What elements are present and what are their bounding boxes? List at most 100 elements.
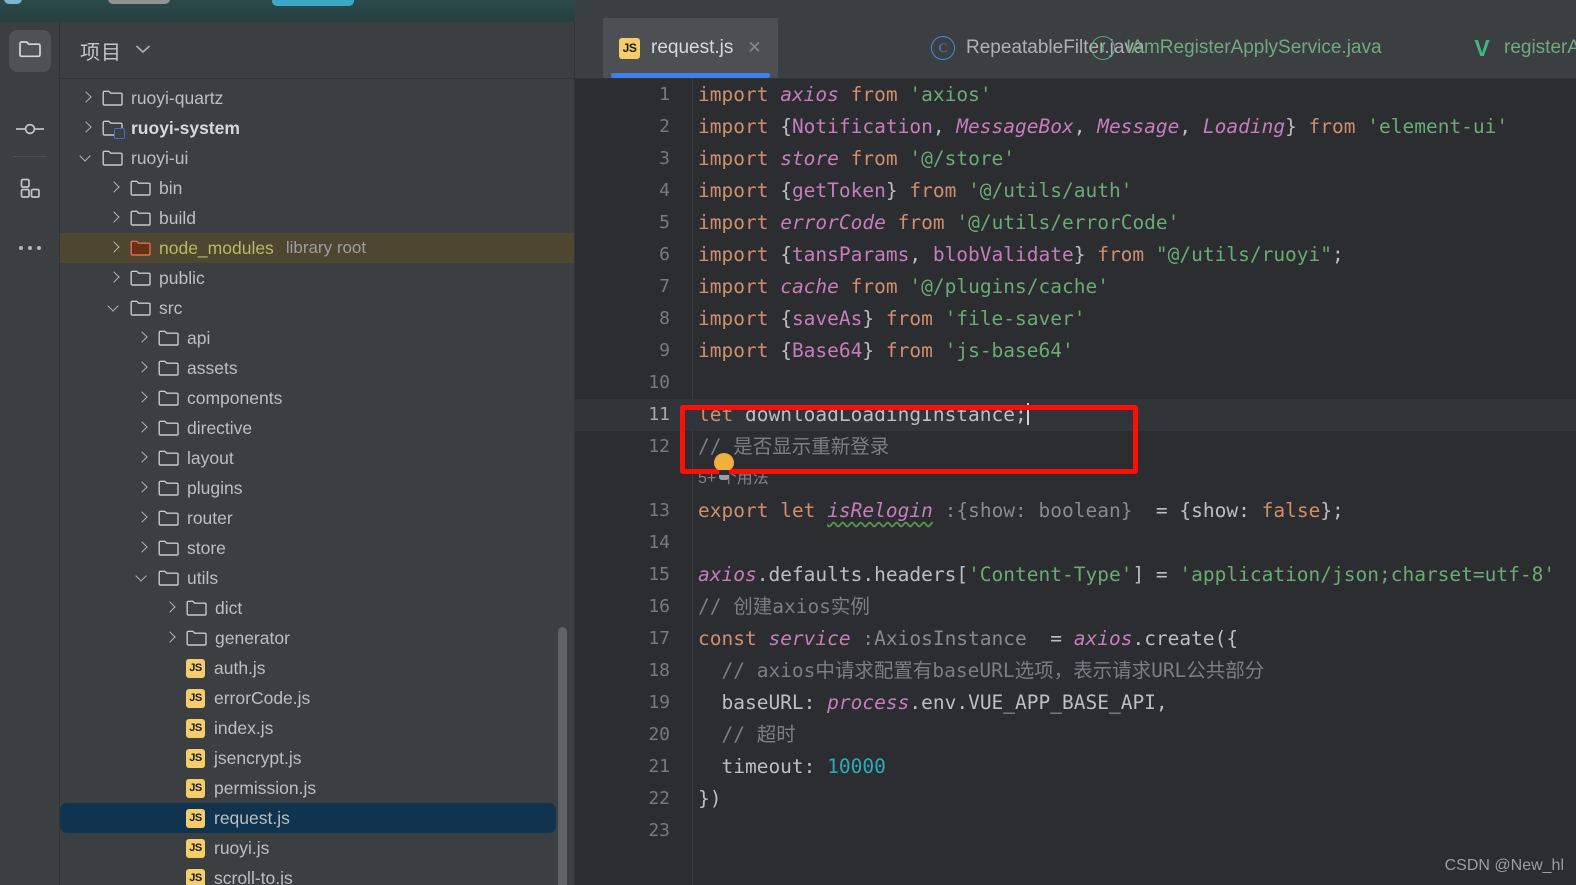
chevron-down-icon[interactable] bbox=[135, 41, 151, 59]
chevron-right-icon[interactable] bbox=[134, 510, 150, 526]
tree-item-plugins[interactable]: plugins bbox=[60, 473, 574, 503]
tree-item-components[interactable]: components bbox=[60, 383, 574, 413]
code-line-16[interactable]: 16 // 创建axios实例 bbox=[575, 591, 1576, 623]
sidebar-item-project[interactable] bbox=[9, 30, 51, 72]
sidebar-item-structure[interactable] bbox=[9, 169, 51, 211]
code-text: baseURL: process.env.VUE_APP_BASE_API, bbox=[721, 691, 1168, 714]
chevron-down-icon[interactable] bbox=[106, 300, 122, 316]
tree-item-build[interactable]: build bbox=[60, 203, 574, 233]
tree-item-permission-js[interactable]: JS permission.js bbox=[60, 773, 574, 803]
editor-tab-bar[interactable]: JS request.js ✕ C RepeatableFilter.java I IAmR… bbox=[575, 0, 1576, 79]
toolbar-chip-blue bbox=[272, 0, 354, 6]
tree-item-bin[interactable]: bin bbox=[60, 173, 574, 203]
code-line-9[interactable]: 9 import {Base64} from 'js-base64' bbox=[575, 335, 1576, 367]
tree-item-jsencrypt-js[interactable]: JS jsencrypt.js bbox=[60, 743, 574, 773]
more-dot bbox=[37, 246, 41, 250]
toolbar-chip-left bbox=[4, 0, 22, 4]
tree-item-request-js[interactable]: JS request.js bbox=[60, 803, 556, 833]
code-line-14[interactable]: 14 bbox=[575, 527, 1576, 559]
chevron-right-icon[interactable] bbox=[162, 600, 178, 616]
close-icon[interactable]: ✕ bbox=[747, 38, 761, 58]
chevron-right-icon[interactable] bbox=[134, 450, 150, 466]
sidebar-item-more[interactable] bbox=[9, 227, 51, 269]
code-line-20[interactable]: 20 // 超时 bbox=[575, 719, 1576, 751]
chevron-right-icon[interactable] bbox=[134, 390, 150, 406]
chevron-right-icon[interactable] bbox=[134, 540, 150, 556]
code-line-17[interactable]: 17 const service :AxiosInstance = axios.c… bbox=[575, 623, 1576, 655]
chevron-right-icon[interactable] bbox=[78, 90, 94, 106]
code-line-8[interactable]: 8 import {saveAs} from 'file-saver' bbox=[575, 303, 1576, 335]
code-surface[interactable]: 1 import axios from 'axios' 2 import {Notif… bbox=[575, 79, 1576, 885]
js-file-icon: JS bbox=[186, 748, 205, 768]
tree-item-src[interactable]: src bbox=[60, 293, 574, 323]
tree-item-assets[interactable]: assets bbox=[60, 353, 574, 383]
sidebar-item-commit[interactable] bbox=[9, 110, 51, 152]
tree-item-node-modules[interactable]: node_modules library root bbox=[60, 233, 574, 263]
chevron-right-icon[interactable] bbox=[106, 210, 122, 226]
chevron-right-icon[interactable] bbox=[134, 360, 150, 376]
chevron-right-icon[interactable] bbox=[134, 330, 150, 346]
project-tree-scrollbar[interactable] bbox=[558, 627, 567, 885]
chevron-right-icon[interactable] bbox=[78, 120, 94, 136]
tree-item-ruoyi-quartz[interactable]: ruoyi-quartz bbox=[60, 83, 574, 113]
chevron-down-icon[interactable] bbox=[134, 570, 150, 586]
tree-item-auth-js[interactable]: JS auth.js bbox=[60, 653, 574, 683]
code-line-3[interactable]: 3 import store from '@/store' bbox=[575, 143, 1576, 175]
chevron-right-icon[interactable] bbox=[134, 480, 150, 496]
code-line-11[interactable]: 11 let downloadLoadingInstance; bbox=[575, 399, 1576, 431]
project-panel-header[interactable]: 项目 bbox=[60, 22, 574, 79]
chevron-right-icon[interactable] bbox=[106, 240, 122, 256]
tree-item-directive[interactable]: directive bbox=[60, 413, 574, 443]
tree-item-scroll-to-js[interactable]: JS scroll-to.js bbox=[60, 863, 574, 885]
tree-item-ruoyi-ui[interactable]: ruoyi-ui bbox=[60, 143, 574, 173]
tree-item-store[interactable]: store bbox=[60, 533, 574, 563]
chevron-right-icon[interactable] bbox=[134, 420, 150, 436]
code-line-13[interactable]: 13 export let isRelogin :{show: boolean} … bbox=[575, 495, 1576, 527]
code-line-4[interactable]: 4 import {getToken} from '@/utils/auth' bbox=[575, 175, 1576, 207]
js-file-icon: JS bbox=[619, 37, 640, 59]
editor-area: JS request.js ✕ C RepeatableFilter.java I IAmR… bbox=[575, 0, 1576, 885]
code-line-21[interactable]: 21 timeout: 10000 bbox=[575, 751, 1576, 783]
tree-item-ruoyi-system[interactable]: ruoyi-system bbox=[60, 113, 574, 143]
code-text: import axios from 'axios' bbox=[698, 83, 992, 106]
code-line-15[interactable]: 15 axios.defaults.headers['Content-Type']… bbox=[575, 559, 1576, 591]
code-line-5[interactable]: 5 import errorCode from '@/utils/errorCod… bbox=[575, 207, 1576, 239]
line-number: 6 bbox=[659, 244, 670, 265]
code-line-18[interactable]: 18 // axios中请求配置有baseURL选项，表示请求URL公共部分 bbox=[575, 655, 1576, 687]
folder-icon bbox=[130, 270, 151, 287]
code-text: import {saveAs} from 'file-saver' bbox=[698, 307, 1086, 330]
editor-tab-iamregisterapplyservice-java[interactable]: I IAmRegisterApplyService.java bbox=[1075, 18, 1398, 78]
chevron-right-icon[interactable] bbox=[106, 270, 122, 286]
js-file-icon: JS bbox=[186, 808, 205, 828]
lightbulb-icon[interactable] bbox=[713, 453, 735, 480]
tree-item-index-js[interactable]: JS index.js bbox=[60, 713, 574, 743]
code-line-10[interactable]: 10 bbox=[575, 367, 1576, 399]
tree-item-layout[interactable]: layout bbox=[60, 443, 574, 473]
line-number: 14 bbox=[648, 532, 670, 553]
editor-tab-registera[interactable]: VregisterA bbox=[1455, 18, 1576, 78]
code-line-19[interactable]: 19 baseURL: process.env.VUE_APP_BASE_API… bbox=[575, 687, 1576, 719]
tree-item-utils[interactable]: utils bbox=[60, 563, 574, 593]
tree-item-label: src bbox=[159, 297, 183, 318]
tree-item-api[interactable]: api bbox=[60, 323, 574, 353]
chevron-right-icon[interactable] bbox=[162, 630, 178, 646]
code-line-2[interactable]: 2 import {Notification, MessageBox, Messa… bbox=[575, 111, 1576, 143]
chevron-down-icon[interactable] bbox=[78, 150, 94, 166]
editor-tab-request-js[interactable]: JS request.js ✕ bbox=[603, 18, 778, 78]
tree-item-public[interactable]: public bbox=[60, 263, 574, 293]
code-line-7[interactable]: 7 import cache from '@/plugins/cache' bbox=[575, 271, 1576, 303]
code-line-6[interactable]: 6 import {tansParams, blobValidate} from … bbox=[575, 239, 1576, 271]
tree-item-ruoyi-js[interactable]: JS ruoyi.js bbox=[60, 833, 574, 863]
tree-item-dict[interactable]: dict bbox=[60, 593, 574, 623]
code-line-23[interactable]: 23 bbox=[575, 815, 1576, 847]
code-line-1[interactable]: 1 import axios from 'axios' bbox=[575, 79, 1576, 111]
chevron-right-icon[interactable] bbox=[106, 180, 122, 196]
code-line-22[interactable]: 22}) bbox=[575, 783, 1576, 815]
tree-item-errorcode-js[interactable]: JS errorCode.js bbox=[60, 683, 574, 713]
project-tree[interactable]: ruoyi-quartz ruoyi-system ruoyi-ui bin build… bbox=[60, 79, 574, 885]
tree-item-router[interactable]: router bbox=[60, 503, 574, 533]
line-number: 8 bbox=[659, 308, 670, 329]
tree-item-generator[interactable]: generator bbox=[60, 623, 574, 653]
